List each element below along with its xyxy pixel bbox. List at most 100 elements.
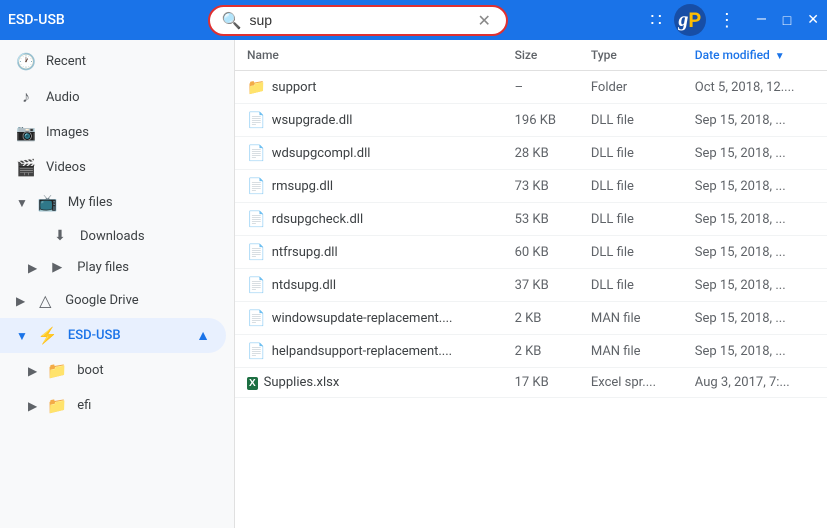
file-name: Supplies.xlsx xyxy=(264,375,340,390)
apps-grid-icon[interactable]: ∷ xyxy=(650,10,661,31)
sidebar-item-boot[interactable]: ▶ 📁 boot xyxy=(0,353,226,388)
file-name-cell: 📄 rdsupgcheck.dll xyxy=(247,210,491,228)
file-date: Sep 15, 2018, ... xyxy=(683,236,827,269)
sidebar-item-esd-usb[interactable]: ▼ ⚡ ESD-USB ▲ xyxy=(0,318,226,353)
file-date: Sep 15, 2018, ... xyxy=(683,170,827,203)
sidebar-item-label: efi xyxy=(77,398,91,413)
doc-icon: 📄 xyxy=(247,144,266,162)
sidebar-item-label: boot xyxy=(77,363,103,378)
table-row[interactable]: 📄 ntdsupg.dll 37 KB DLL file Sep 15, 201… xyxy=(235,269,827,302)
file-name-cell: 📄 wsupgrade.dll xyxy=(247,111,491,129)
table-row[interactable]: 📄 ntfrsupg.dll 60 KB DLL file Sep 15, 20… xyxy=(235,236,827,269)
file-area: Name Size Type Date modified ▼ 📁 support… xyxy=(235,40,827,528)
table-row[interactable]: X Supplies.xlsx 17 KB Excel spr.... Aug … xyxy=(235,368,827,398)
sidebar-item-label: Videos xyxy=(46,160,86,175)
more-options-icon[interactable]: ⋮ xyxy=(718,10,736,31)
file-table: Name Size Type Date modified ▼ 📁 support… xyxy=(235,40,827,528)
efi-folder-icon: 📁 xyxy=(47,396,67,415)
close-button[interactable]: ✕ xyxy=(807,12,819,28)
doc-icon: 📄 xyxy=(247,309,266,327)
file-name-cell: 📁 support xyxy=(247,78,491,96)
recent-icon: 🕐 xyxy=(16,52,36,71)
file-name-cell: 📄 helpandsupport-replacement.... xyxy=(247,342,491,360)
col-size: Size xyxy=(503,40,579,71)
minimize-button[interactable]: — xyxy=(756,12,767,28)
sidebar-item-audio[interactable]: ♪ Audio xyxy=(0,79,226,115)
sidebar-item-downloads[interactable]: ⬇ Downloads xyxy=(0,220,226,252)
sidebar-item-label: ESD-USB xyxy=(68,328,121,343)
sidebar-item-label: Images xyxy=(46,125,89,140)
file-type: MAN file xyxy=(579,302,683,335)
search-input[interactable] xyxy=(250,12,470,28)
sidebar-item-label: Downloads xyxy=(80,229,145,244)
file-name: helpandsupport-replacement.... xyxy=(272,344,452,359)
file-type: DLL file xyxy=(579,203,683,236)
expand-arrow-play-files: ▶ xyxy=(28,261,37,275)
file-type: DLL file xyxy=(579,137,683,170)
doc-icon: 📄 xyxy=(247,243,266,261)
sidebar-item-label: Audio xyxy=(46,90,79,105)
col-date[interactable]: Date modified ▼ xyxy=(683,40,827,71)
file-name: wdsupgcompl.dll xyxy=(272,146,371,161)
file-date: Oct 5, 2018, 12.... xyxy=(683,71,827,104)
expand-arrow-my-files: ▼ xyxy=(16,196,28,210)
downloads-icon: ⬇ xyxy=(50,228,70,244)
maximize-button[interactable]: □ xyxy=(783,12,791,29)
table-row[interactable]: 📁 support – Folder Oct 5, 2018, 12.... xyxy=(235,71,827,104)
file-type: DLL file xyxy=(579,236,683,269)
boot-folder-icon: 📁 xyxy=(47,361,67,380)
folder-icon: 📁 xyxy=(247,78,266,96)
table-row[interactable]: 📄 wsupgrade.dll 196 KB DLL file Sep 15, … xyxy=(235,104,827,137)
expand-arrow-boot: ▶ xyxy=(28,364,37,378)
file-name: windowsupdate-replacement.... xyxy=(272,311,453,326)
sidebar-item-play-files[interactable]: ▶ ▶ Play files xyxy=(0,252,226,283)
sidebar-item-my-files[interactable]: ▼ 📺 My files xyxy=(0,185,226,220)
file-size: 53 KB xyxy=(503,203,579,236)
search-icon: 🔍 xyxy=(222,11,242,30)
sidebar-item-videos[interactable]: 🎬 Videos xyxy=(0,150,226,185)
doc-icon: 📄 xyxy=(247,177,266,195)
sidebar-item-label: Recent xyxy=(46,54,86,69)
file-size: 73 KB xyxy=(503,170,579,203)
eject-icon[interactable]: ▲ xyxy=(196,327,210,344)
file-name-cell: 📄 rmsupg.dll xyxy=(247,177,491,195)
app-title: ESD-USB xyxy=(8,12,65,28)
file-type: Folder xyxy=(579,71,683,104)
file-name-cell: 📄 ntdsupg.dll xyxy=(247,276,491,294)
titlebar-left: ESD-USB xyxy=(8,12,65,28)
google-drive-icon: △ xyxy=(35,291,55,310)
file-date: Sep 15, 2018, ... xyxy=(683,335,827,368)
sidebar-item-efi[interactable]: ▶ 📁 efi xyxy=(0,388,226,423)
file-type: DLL file xyxy=(579,170,683,203)
sidebar-item-recent[interactable]: 🕐 Recent xyxy=(0,44,226,79)
table-row[interactable]: 📄 rmsupg.dll 73 KB DLL file Sep 15, 2018… xyxy=(235,170,827,203)
avatar: gP xyxy=(674,4,706,36)
table-header: Name Size Type Date modified ▼ xyxy=(235,40,827,71)
table-row[interactable]: 📄 helpandsupport-replacement.... 2 KB MA… xyxy=(235,335,827,368)
sidebar-item-label: Play files xyxy=(77,260,129,275)
file-name: wsupgrade.dll xyxy=(272,113,353,128)
file-size: 60 KB xyxy=(503,236,579,269)
sidebar-item-google-drive[interactable]: ▶ △ Google Drive xyxy=(0,283,226,318)
images-icon: 📷 xyxy=(16,123,36,142)
file-date: Aug 3, 2017, 7:... xyxy=(683,368,827,398)
search-clear-icon[interactable]: ✕ xyxy=(478,11,491,30)
file-date: Sep 15, 2018, ... xyxy=(683,203,827,236)
sidebar-item-images[interactable]: 📷 Images xyxy=(0,115,226,150)
my-files-icon: 📺 xyxy=(38,193,58,212)
doc-icon: 📄 xyxy=(247,276,266,294)
file-date: Sep 15, 2018, ... xyxy=(683,137,827,170)
file-name-cell: 📄 ntfrsupg.dll xyxy=(247,243,491,261)
file-name-cell: 📄 wdsupgcompl.dll xyxy=(247,144,491,162)
table-row[interactable]: 📄 rdsupgcheck.dll 53 KB DLL file Sep 15,… xyxy=(235,203,827,236)
file-size: 17 KB xyxy=(503,368,579,398)
files-table: Name Size Type Date modified ▼ 📁 support… xyxy=(235,40,827,398)
table-row[interactable]: 📄 windowsupdate-replacement.... 2 KB MAN… xyxy=(235,302,827,335)
file-type: MAN file xyxy=(579,335,683,368)
file-name: rmsupg.dll xyxy=(272,179,333,194)
file-size: 2 KB xyxy=(503,302,579,335)
sort-arrow-icon: ▼ xyxy=(775,51,785,62)
sidebar-item-label: Google Drive xyxy=(65,293,138,308)
table-row[interactable]: 📄 wdsupgcompl.dll 28 KB DLL file Sep 15,… xyxy=(235,137,827,170)
file-date: Sep 15, 2018, ... xyxy=(683,302,827,335)
